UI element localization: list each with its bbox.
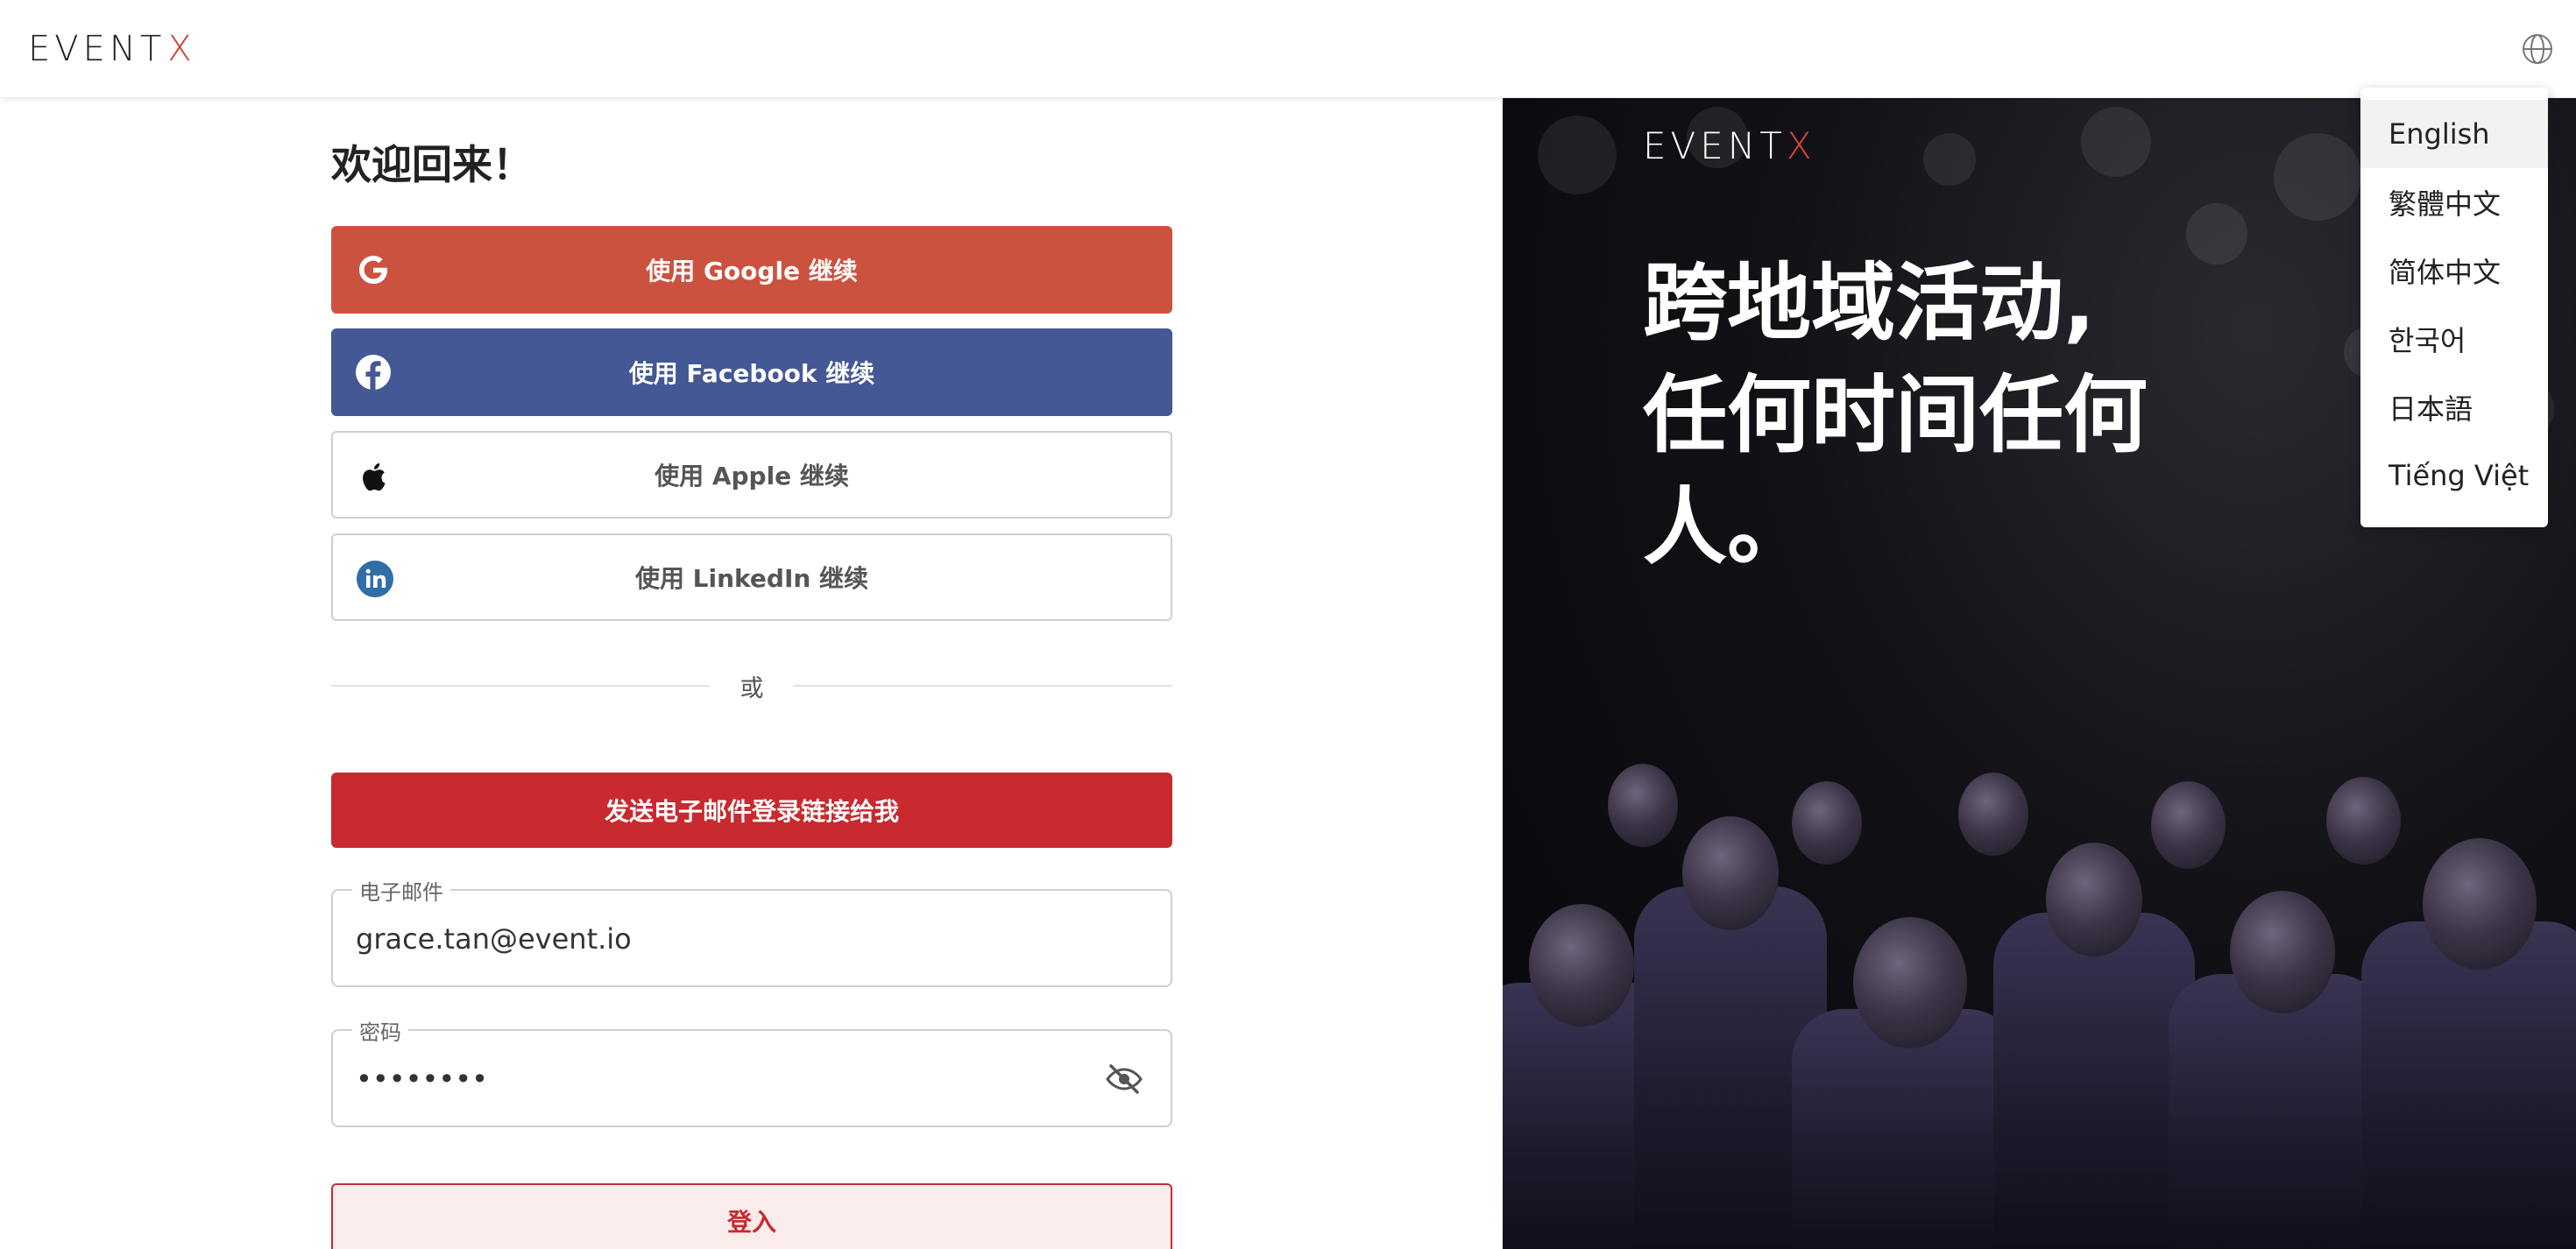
audience-silhouette — [2151, 781, 2226, 869]
eventx-logo[interactable]: EVENT X — [28, 29, 196, 69]
language-option-english[interactable]: English — [2360, 100, 2548, 168]
divider-line-right — [794, 685, 1172, 687]
hero-logo-text: EVENT — [1643, 124, 1787, 167]
language-option-vietnamese[interactable]: Tiếng Việt — [2360, 441, 2548, 510]
password-field-label: 密码 — [352, 1015, 408, 1046]
password-field[interactable]: 密码 •••••••• — [331, 1015, 1172, 1127]
language-menu: English 繁體中文 简体中文 한국어 日本語 Tiếng Việt — [2360, 88, 2548, 527]
logo-text: EVENT — [28, 29, 166, 69]
audience-silhouette — [1853, 917, 1967, 1048]
google-icon — [359, 256, 387, 284]
linkedin-login-button[interactable]: 使用 LinkedIn 继续 — [331, 533, 1172, 621]
hero-logo: EVENTX — [1643, 124, 1816, 167]
audience-silhouette — [1608, 764, 1678, 847]
login-pane: 欢迎回来！ 使用 Google 继续 使用 Facebook 继续 使用 App… — [0, 98, 1503, 1249]
apple-icon — [363, 462, 386, 491]
login-button-label: 登入 — [726, 1208, 776, 1237]
email-field[interactable]: 电子邮件 grace.tan@event.io — [331, 875, 1172, 987]
apple-login-label: 使用 Apple 继续 — [655, 462, 849, 490]
login-button[interactable]: 登入 — [331, 1183, 1172, 1249]
globe-icon — [2523, 34, 2552, 64]
email-magic-link-button[interactable]: 发送电子邮件登录链接给我 — [331, 773, 1172, 848]
linkedin-icon — [357, 561, 393, 597]
language-option-japanese[interactable]: 日本語 — [2360, 373, 2548, 441]
audience-silhouette — [2423, 838, 2537, 970]
audience-silhouette — [2230, 891, 2335, 1013]
bokeh-light — [1923, 133, 1976, 186]
bokeh-light — [2274, 133, 2361, 221]
bokeh-light — [1538, 116, 1617, 194]
audience-silhouette — [1792, 781, 1862, 864]
audience-silhouette — [1993, 913, 2195, 1249]
email-field-label: 电子邮件 — [352, 875, 450, 906]
facebook-icon — [356, 355, 391, 390]
eye-off-icon — [1106, 1064, 1143, 1094]
email-input[interactable]: grace.tan@event.io — [356, 922, 1109, 956]
audience-silhouette — [2169, 974, 2388, 1249]
apple-login-button[interactable]: 使用 Apple 继续 — [331, 431, 1172, 519]
magic-link-label: 发送电子邮件登录链接给我 — [604, 797, 899, 826]
audience-silhouette — [1529, 904, 1634, 1027]
top-header: EVENT X — [0, 0, 2576, 98]
logo-x: X — [167, 29, 196, 69]
language-option-korean[interactable]: 한국어 — [2360, 305, 2548, 373]
language-option-simplified-chinese[interactable]: 简体中文 — [2360, 236, 2548, 305]
linkedin-login-label: 使用 LinkedIn 继续 — [634, 564, 869, 593]
hero-logo-x: X — [1786, 124, 1816, 167]
password-input[interactable]: •••••••• — [356, 1062, 1109, 1096]
audience-silhouette — [2326, 777, 2401, 864]
password-visibility-toggle[interactable] — [1104, 1059, 1144, 1099]
google-login-label: 使用 Google 继续 — [646, 257, 858, 286]
hero-tagline: 跨地域活动, 任何时间任何人。 — [1643, 254, 2148, 576]
or-divider: 或 — [331, 667, 1172, 702]
facebook-login-button[interactable]: 使用 Facebook 继续 — [331, 328, 1172, 416]
google-login-button[interactable]: 使用 Google 继续 — [331, 226, 1172, 314]
audience-silhouette — [2046, 843, 2142, 956]
facebook-login-label: 使用 Facebook 继续 — [628, 359, 875, 388]
language-option-traditional-chinese[interactable]: 繁體中文 — [2360, 168, 2548, 236]
bokeh-light — [2081, 107, 2151, 177]
audience-silhouette — [2361, 921, 2576, 1249]
audience-silhouette — [1958, 773, 2028, 856]
page-title: 欢迎回来！ — [331, 141, 533, 188]
audience-silhouette — [1682, 816, 1779, 930]
language-button[interactable] — [2520, 32, 2555, 67]
